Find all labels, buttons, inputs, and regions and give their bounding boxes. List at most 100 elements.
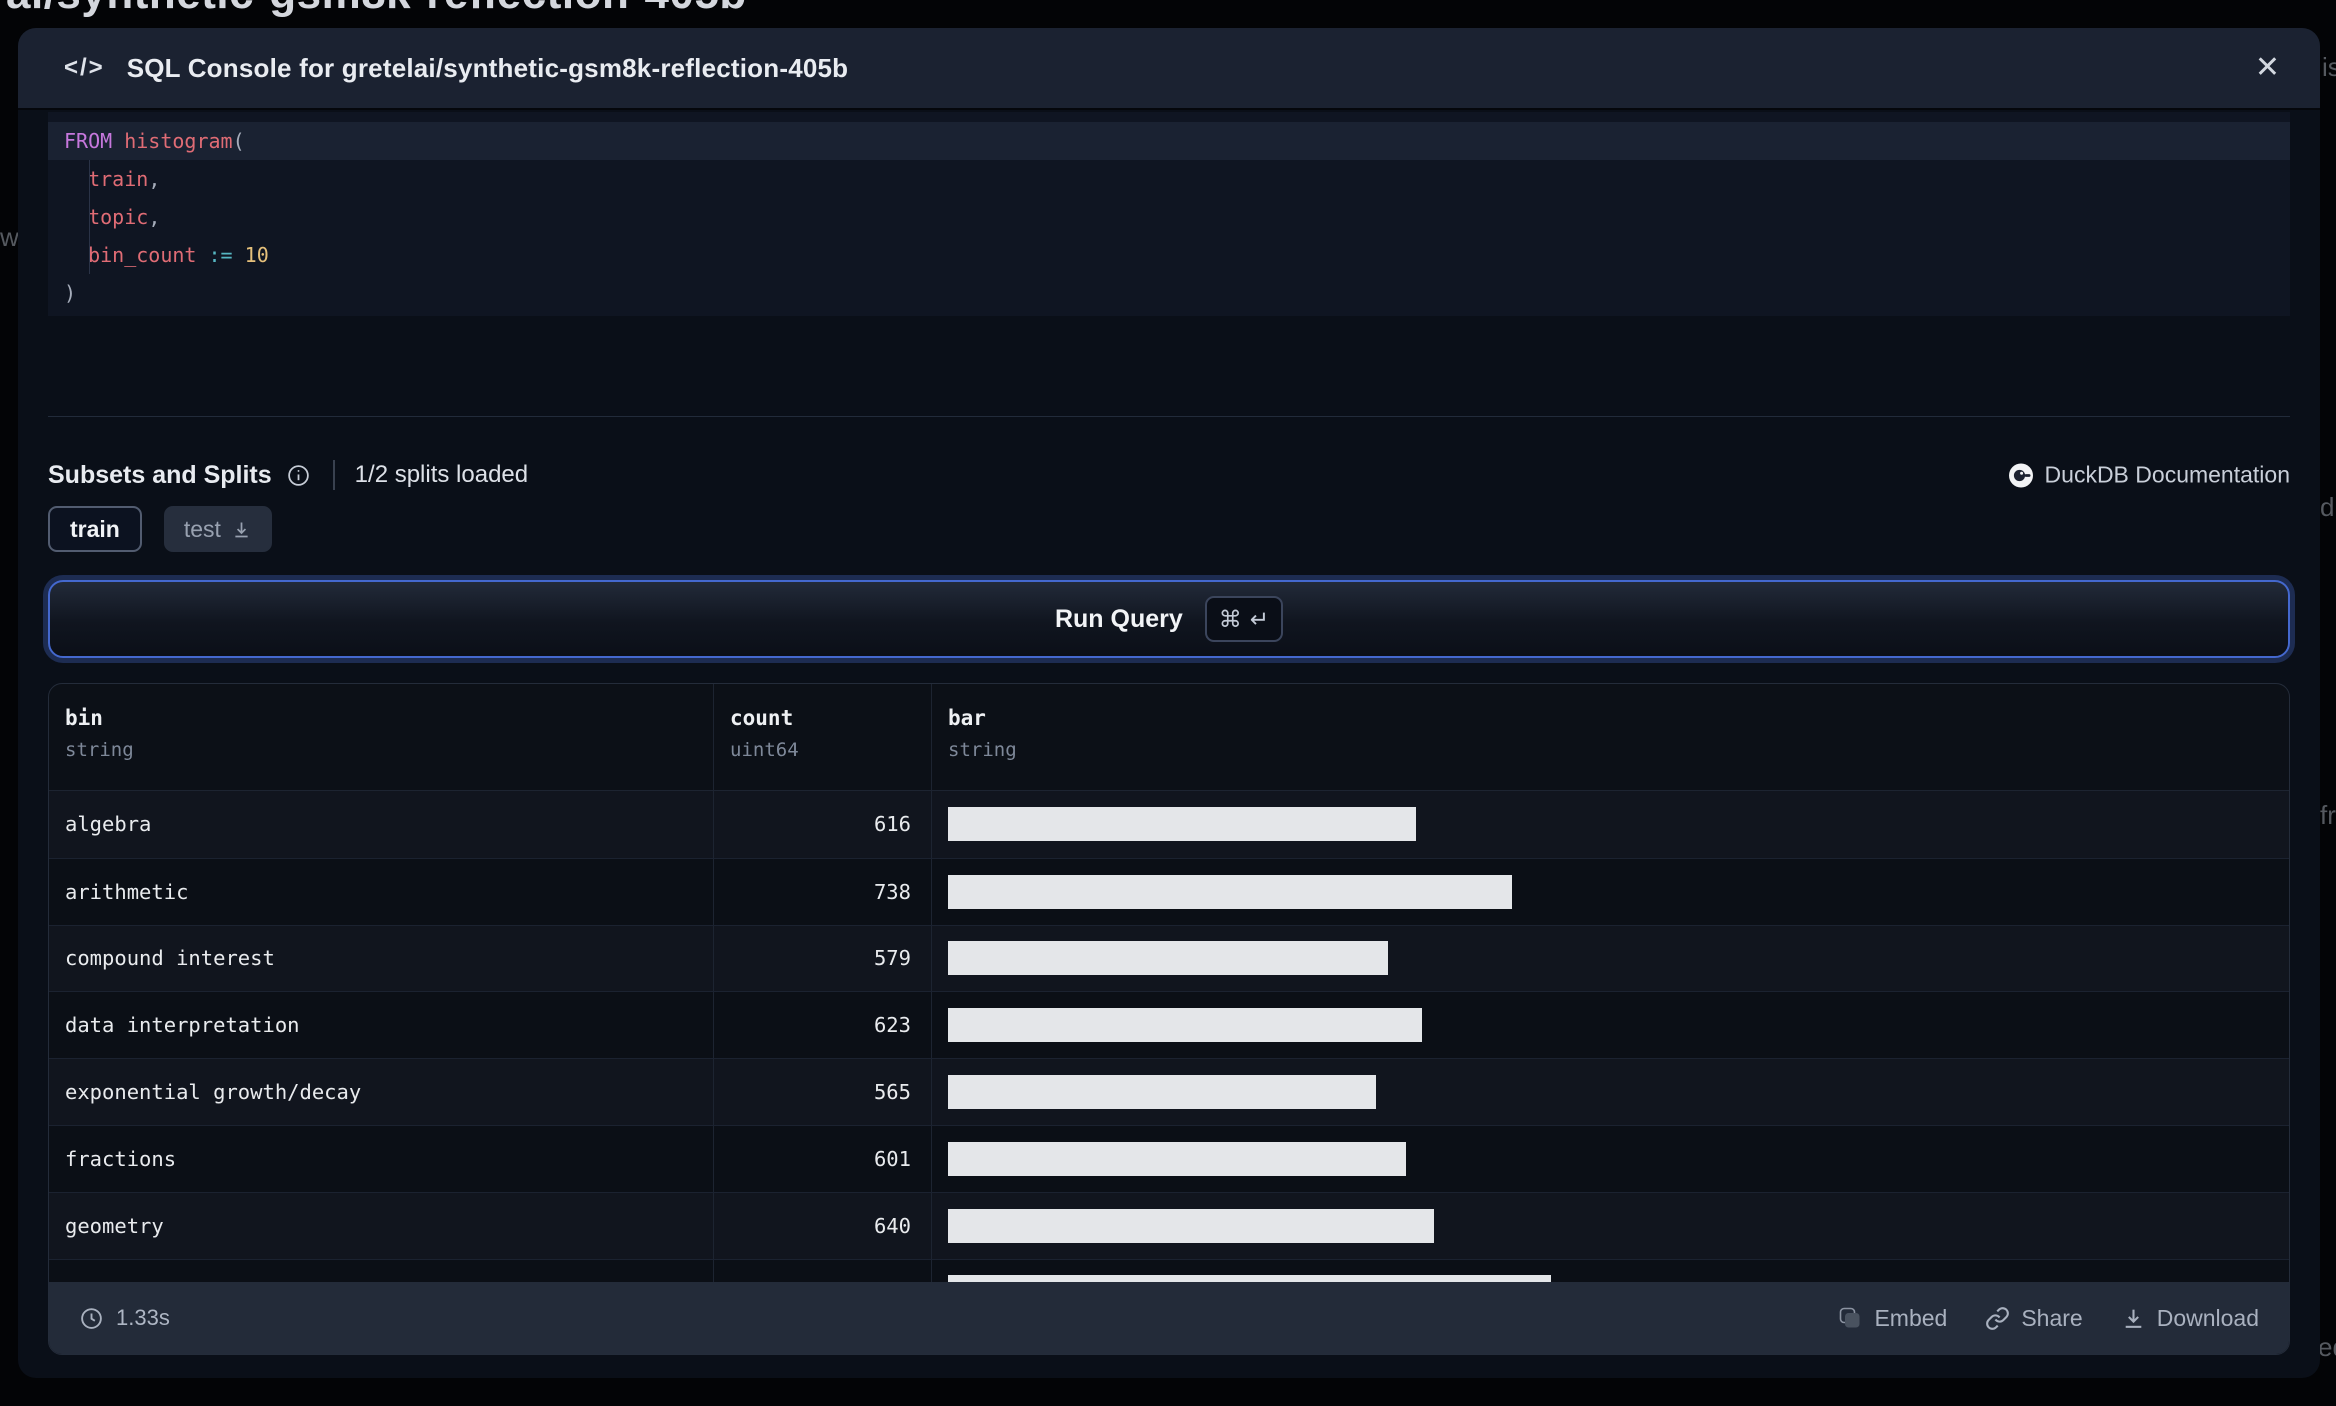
count-cell: 738 bbox=[713, 858, 931, 925]
bin-cell: arithmetic bbox=[65, 879, 189, 904]
query-duration: 1.33s bbox=[79, 1305, 170, 1331]
modal-header: </> SQL Console for gretelai/synthetic-g… bbox=[18, 28, 2320, 110]
download-label: Download bbox=[2156, 1304, 2259, 1331]
results-rows-viewport[interactable]: bin string count uint64 bar string algeb… bbox=[49, 684, 2289, 1284]
bar-cell bbox=[931, 992, 2289, 1059]
code-token: , bbox=[148, 205, 161, 229]
close-icon[interactable]: ✕ bbox=[2255, 53, 2280, 83]
sql-editor[interactable]: FROM histogram( train, topic, bin_count … bbox=[48, 112, 2290, 316]
table-row: compound interest 579 bbox=[49, 924, 2289, 992]
embed-button[interactable]: Embed bbox=[1837, 1305, 1947, 1332]
code-token: topic bbox=[88, 205, 149, 229]
count-cell: 601 bbox=[713, 1125, 931, 1192]
histogram-bar bbox=[948, 1208, 1434, 1243]
bin-cell: data interpretation bbox=[65, 1013, 300, 1038]
download-button[interactable]: Download bbox=[2121, 1305, 2259, 1332]
embed-icon bbox=[1840, 1307, 1860, 1328]
count-cell: 616 bbox=[713, 791, 931, 858]
code-token: , bbox=[148, 167, 161, 191]
bar-cell bbox=[931, 1059, 2289, 1125]
code-token: bin_count bbox=[88, 243, 197, 267]
bar-cell bbox=[931, 791, 2289, 858]
share-label: Share bbox=[2021, 1304, 2083, 1331]
bar-cell bbox=[931, 1259, 2289, 1284]
histogram-bar bbox=[948, 1075, 1376, 1110]
table-row: geometry 640 bbox=[49, 1191, 2289, 1259]
info-icon[interactable] bbox=[286, 463, 311, 488]
code-line[interactable]: bin_count := 10 bbox=[48, 236, 2290, 274]
code-line[interactable]: train, bbox=[48, 160, 2290, 198]
split-tab-train-label: train bbox=[70, 515, 120, 542]
code-token: train bbox=[88, 167, 149, 191]
code-token: ) bbox=[64, 281, 77, 305]
code-token: FROM bbox=[64, 129, 125, 153]
bin-cell: geometry bbox=[65, 1213, 164, 1238]
background-text-fragment: d bbox=[2320, 492, 2335, 522]
query-duration-value: 1.33s bbox=[116, 1305, 170, 1330]
run-query-label: Run Query bbox=[1054, 604, 1183, 633]
bin-cell: algebra bbox=[65, 812, 152, 837]
background-text-fragment: fr bbox=[2320, 800, 2336, 830]
bar-cell bbox=[931, 1125, 2289, 1192]
return-key-icon: ↵ bbox=[1249, 605, 1270, 632]
code-icon: </> bbox=[64, 54, 105, 81]
histogram-bar bbox=[948, 941, 1388, 976]
code-token: ( bbox=[232, 129, 245, 153]
share-button[interactable]: Share bbox=[1985, 1304, 2083, 1332]
column-name: count bbox=[730, 706, 794, 730]
column-type: string bbox=[948, 739, 1017, 761]
download-icon bbox=[235, 522, 248, 537]
splits-status: 1/2 splits loaded bbox=[354, 461, 529, 488]
table-row: exponential growth/decay 565 bbox=[49, 1058, 2289, 1125]
code-line[interactable]: topic, bbox=[48, 198, 2290, 236]
background-page-title-fragment: ai/synthetic-gsm8k-reflection-405b bbox=[6, 0, 747, 19]
column-name: bin bbox=[65, 706, 103, 730]
code-token: := bbox=[208, 243, 233, 267]
clock-icon bbox=[81, 1307, 102, 1329]
sql-console-modal: </> SQL Console for gretelai/synthetic-g… bbox=[18, 28, 2320, 1378]
bar-cell bbox=[931, 1192, 2289, 1259]
embed-label: Embed bbox=[1874, 1304, 1948, 1331]
section-divider bbox=[48, 416, 2290, 417]
splits-heading: Subsets and Splits bbox=[48, 460, 272, 489]
bin-cell bbox=[49, 1260, 713, 1284]
page: ai/synthetic-gsm8k-reflection-405b w is d f… bbox=[0, 0, 2336, 1406]
background-text-fragment: is bbox=[2322, 52, 2336, 82]
code-token: histogram bbox=[124, 129, 233, 153]
count-cell bbox=[713, 1259, 931, 1284]
run-query-button[interactable]: Run Query ⌘ ↵ bbox=[48, 580, 2290, 658]
table-row: data interpretation 623 bbox=[49, 991, 2289, 1059]
table-row: fractions 601 bbox=[49, 1124, 2289, 1192]
background-text-fragment: eq bbox=[2318, 1332, 2336, 1362]
split-tab-test[interactable]: test bbox=[163, 506, 272, 552]
histogram-bar bbox=[948, 1141, 1406, 1176]
code-line[interactable]: ) bbox=[48, 274, 2290, 312]
share-link-icon bbox=[1986, 1306, 2010, 1330]
code-token: 10 bbox=[244, 243, 269, 267]
duckdb-documentation-label: DuckDB Documentation bbox=[2044, 461, 2290, 488]
keyboard-shortcut-badge: ⌘ ↵ bbox=[1204, 596, 1284, 642]
duckdb-documentation-link[interactable]: DuckDB Documentation bbox=[2008, 462, 2290, 489]
split-tab-test-label: test bbox=[183, 515, 221, 542]
split-tab-train[interactable]: train bbox=[48, 506, 142, 552]
code-line[interactable]: FROM histogram( bbox=[48, 122, 2290, 160]
histogram-bar bbox=[948, 874, 1512, 909]
duckdb-logo-icon bbox=[2008, 463, 2033, 487]
bin-cell: exponential growth/decay bbox=[65, 1080, 362, 1105]
table-row: arithmetic 738 bbox=[49, 857, 2289, 925]
bin-cell: compound interest bbox=[65, 946, 275, 971]
histogram-bar bbox=[948, 807, 1416, 842]
modal-title: SQL Console for gretelai/synthetic-gsm8k… bbox=[126, 52, 849, 83]
bar-cell bbox=[931, 925, 2289, 992]
bar-cell bbox=[931, 858, 2289, 925]
table-body: algebra 616 arithmetic 738 compound interest… bbox=[49, 791, 2289, 1284]
table-row bbox=[49, 1258, 2289, 1284]
count-cell: 623 bbox=[713, 992, 931, 1059]
cmd-key-icon: ⌘ bbox=[1218, 605, 1242, 632]
splits-row: Subsets and Splits 1/2 splits loaded Duc… bbox=[48, 447, 2290, 503]
download-icon bbox=[2125, 1309, 2142, 1328]
